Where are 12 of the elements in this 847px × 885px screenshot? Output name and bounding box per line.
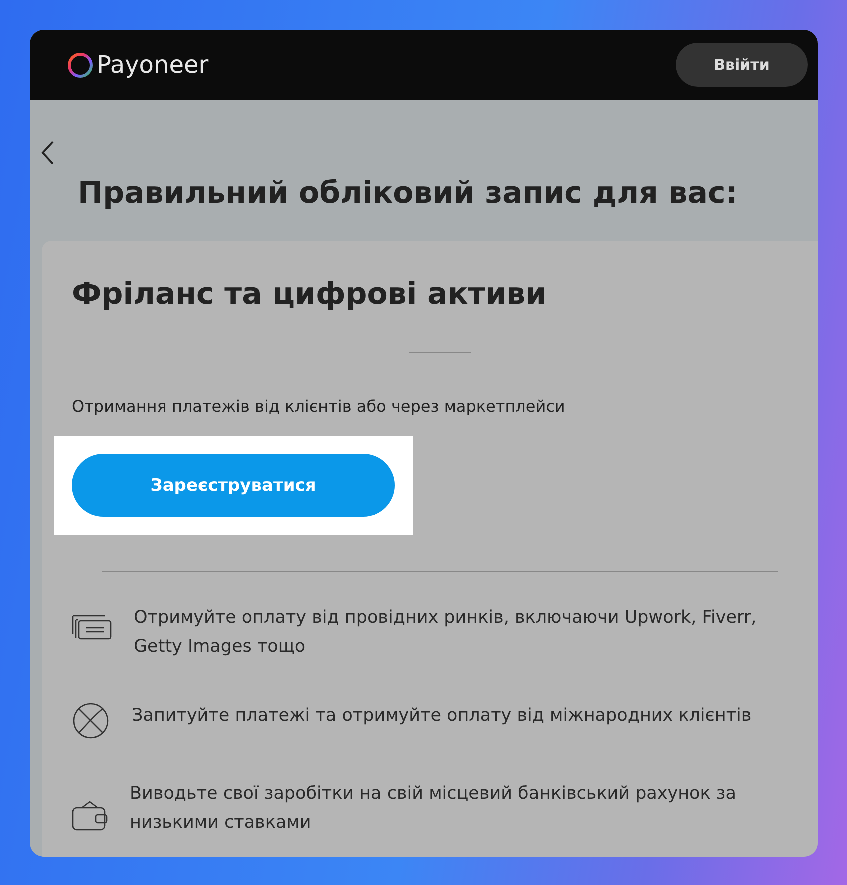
wallet-icon [72,800,108,832]
feature-text: Виводьте свої заробітки на свій місцевий банківський рахунок за низькими ставками [130,783,738,835]
logo-text: Payoneer [97,51,209,79]
login-button[interactable]: Ввійти [676,43,808,87]
globe-icon [72,702,110,740]
card-title: Фріланс та цифрові активи [72,277,548,312]
card-description: Отримання платежів від клієнтів або через маркетплейси [72,397,566,416]
page-heading: Правильний обліковий запис для вас: [78,176,739,211]
back-icon [40,140,56,166]
feature-text: Отримуйте оплату від провідних ринків, включаючи Upwork, Fiverr, Getty Images тощо [134,607,758,659]
ring-logo-icon [67,52,94,78]
feature-text: Запитуйте платежі та отримуйте оплату від міжнародних клієнтів [132,705,752,728]
